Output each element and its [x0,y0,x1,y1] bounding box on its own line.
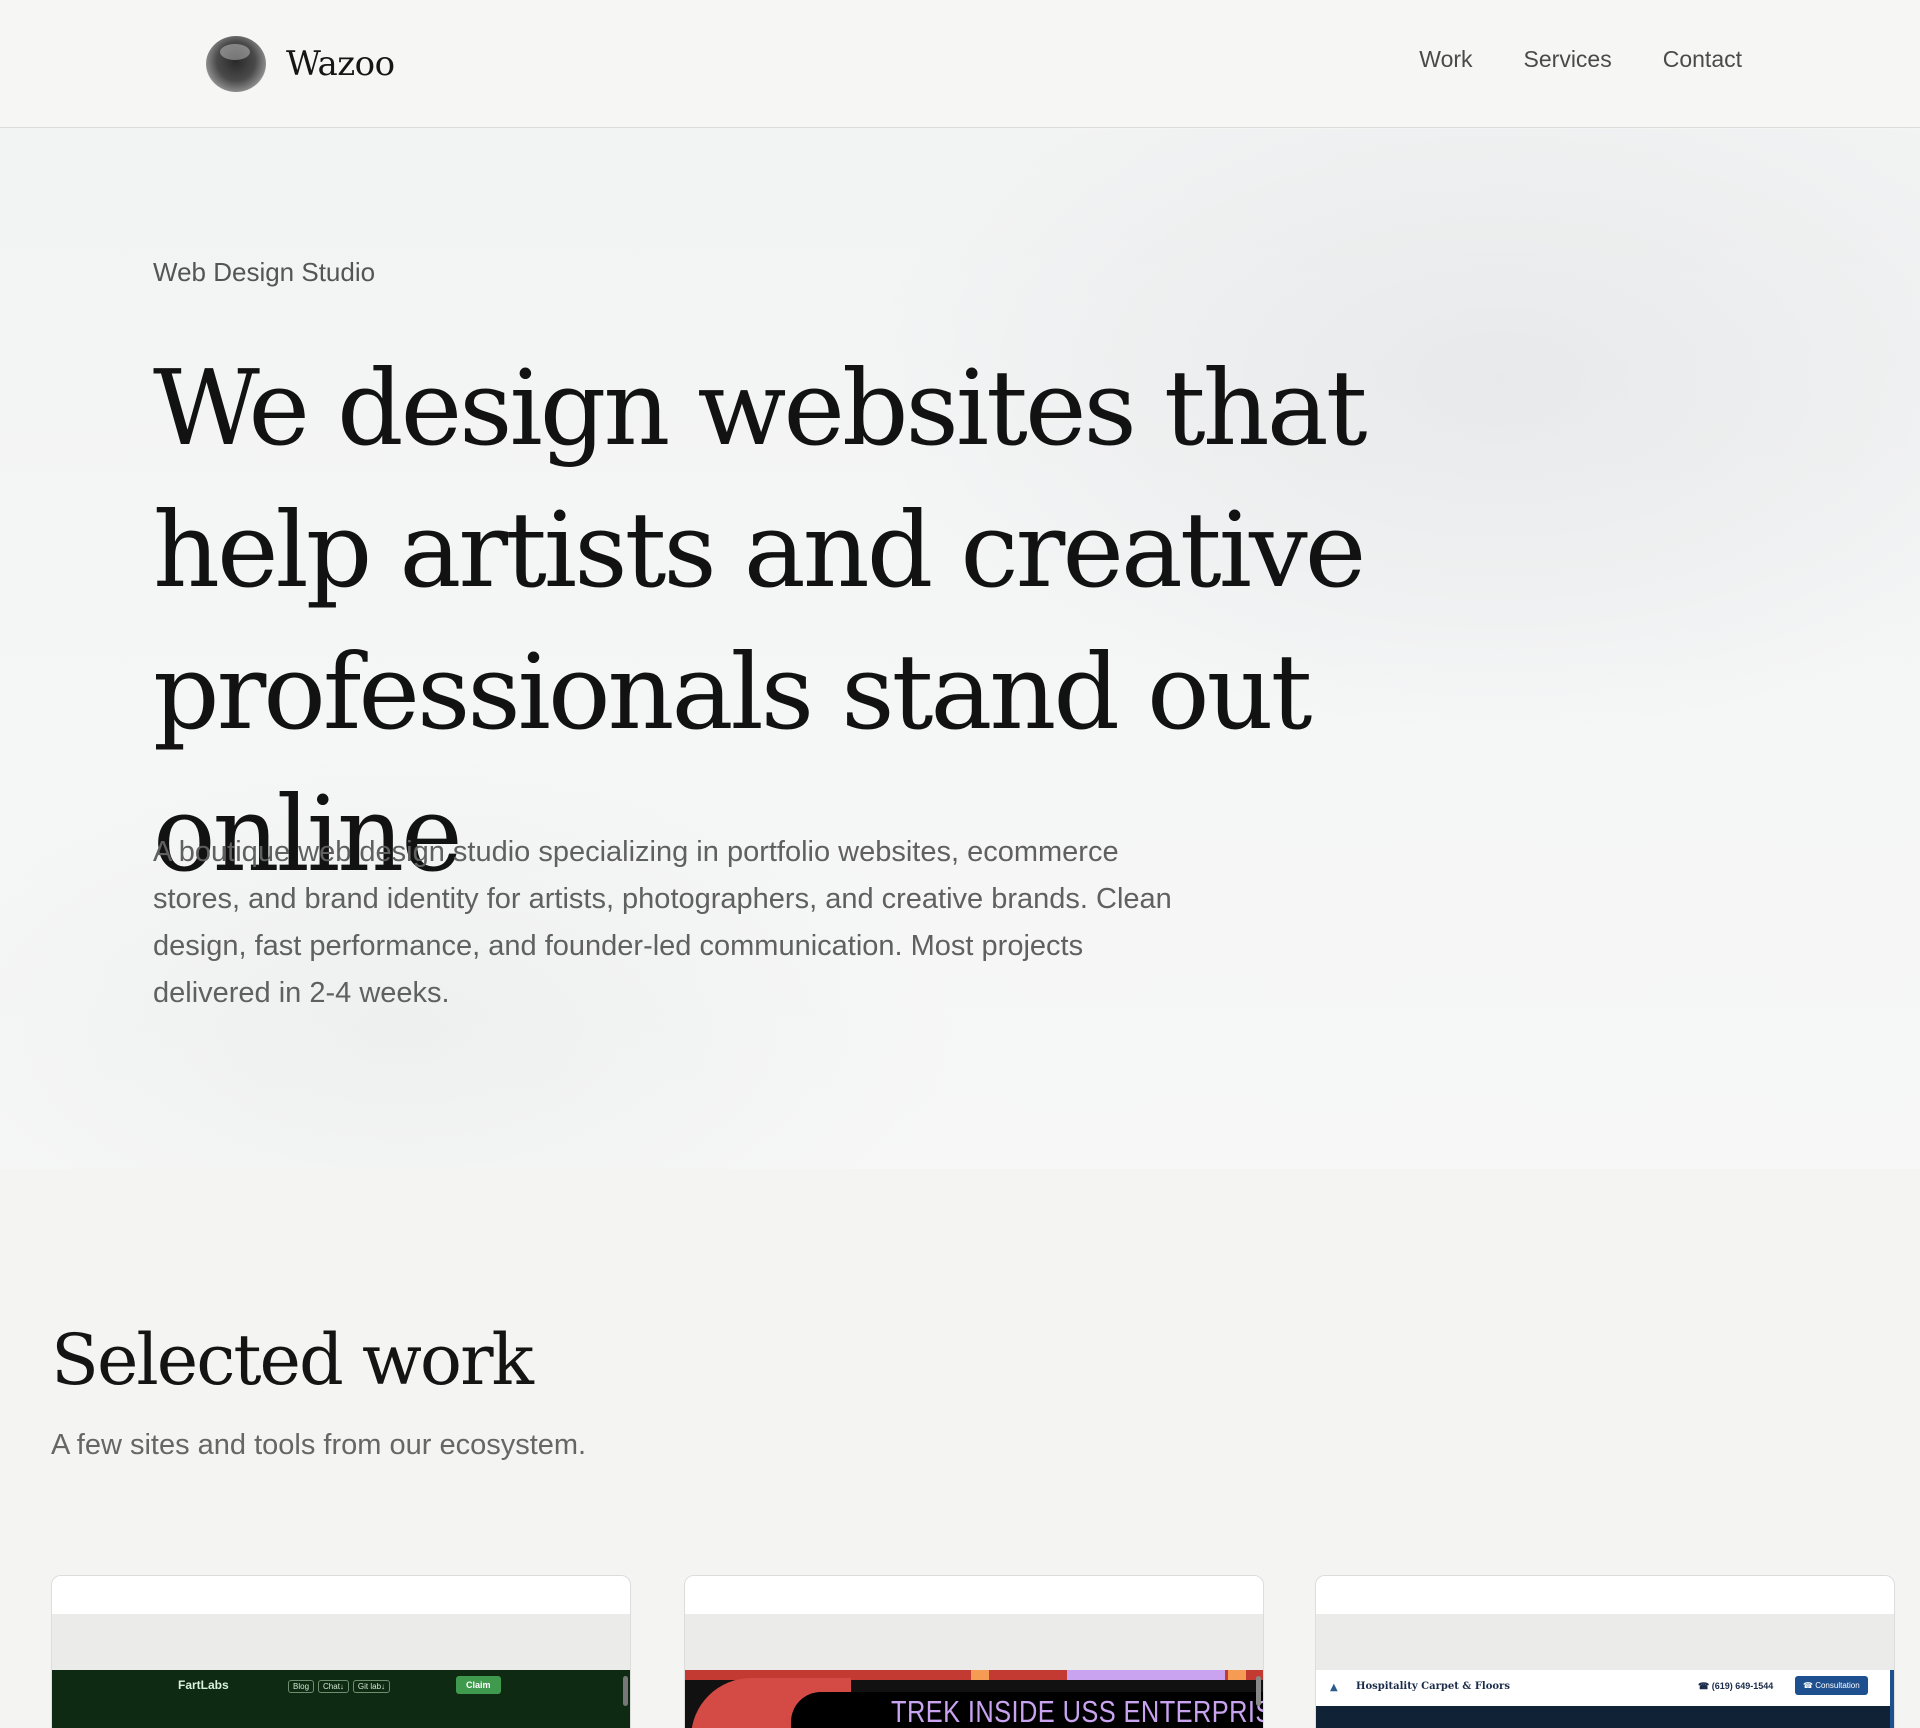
screenshot-nav: ▲ Hospitality Carpet & Floors ☎ (619) 64… [1316,1670,1894,1706]
nav-link-contact[interactable]: Contact [1663,46,1742,73]
screenshot-banner: TREK INSIDE USS ENTERPRISE-D [891,1694,1263,1728]
hero-headline: We design websites that help artists and… [153,347,1368,895]
screenshot-scrollbar [623,1676,628,1706]
screenshot-logo-icon: ▲ [1330,1682,1338,1693]
main-nav: Work Services Contact [1368,46,1742,73]
screenshot-phone: ☎ (619) 649-1544 [1698,1681,1774,1691]
card-chrome [685,1576,1263,1614]
work-section: Selected work A few sites and tools from… [0,1169,1920,1728]
work-card-carpet[interactable]: ▲ Hospitality Carpet & Floors ☎ (619) 64… [1315,1575,1895,1728]
screenshot-nav: Blog Chat↓ Git lab↓ [288,1680,391,1693]
nav-link-work[interactable]: Work [1419,46,1472,73]
screenshot-pill: Chat↓ [318,1680,349,1693]
brand-name: Wazoo [286,44,395,84]
site-header: Wazoo Work Services Contact [0,0,1920,128]
card-chrome [1316,1576,1894,1614]
card-band [52,1614,630,1670]
screenshot-edge [1890,1670,1894,1728]
screenshot-pill: Blog [288,1680,315,1693]
screenshot-pill: Git lab↓ [352,1680,391,1693]
nav-link-services[interactable]: Services [1524,46,1612,73]
work-subtitle: A few sites and tools from our ecosystem… [51,1429,587,1461]
screenshot-logo: FartLabs [178,1678,229,1692]
card-screenshot: FartLabs Blog Chat↓ Git lab↓ Claim [52,1670,630,1728]
screenshot-cta: ☎ Consultation [1795,1676,1868,1695]
card-screenshot: ▲ Hospitality Carpet & Floors ☎ (619) 64… [1316,1670,1894,1728]
work-title: Selected work [51,1319,534,1401]
work-card-trek[interactable]: TREK INSIDE USS ENTERPRISE-D [684,1575,1264,1728]
screenshot-site-name: Hospitality Carpet & Floors [1356,1681,1510,1692]
screenshot-scrollbar [1256,1676,1261,1706]
brand-link[interactable]: Wazoo [206,34,395,94]
card-band [1316,1614,1894,1670]
hero-eyebrow: Web Design Studio [153,257,376,287]
screenshot-hero [1316,1706,1894,1728]
screenshot-cta: Claim [456,1676,501,1694]
logo-icon [206,36,266,92]
work-card-fartlabs[interactable]: FartLabs Blog Chat↓ Git lab↓ Claim [51,1575,631,1728]
card-screenshot: TREK INSIDE USS ENTERPRISE-D [685,1670,1263,1728]
hero-description: A boutique web design studio specializin… [153,836,1172,1009]
hero-section: Web Design Studio We design websites tha… [0,129,1920,1169]
card-chrome [52,1576,630,1614]
card-band [685,1614,1263,1670]
